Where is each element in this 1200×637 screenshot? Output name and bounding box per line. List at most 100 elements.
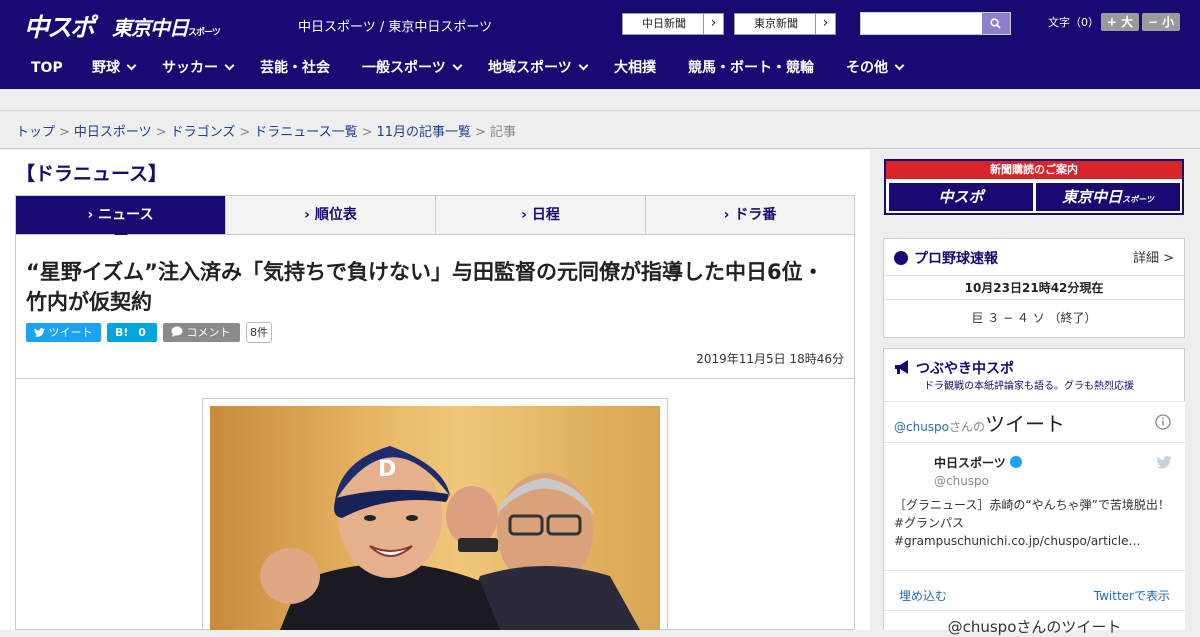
nav-item-top[interactable]: TOP (31, 48, 63, 89)
game-score[interactable]: 巨 ３ − ４ ソ （終了） (884, 309, 1184, 326)
search-button[interactable] (982, 13, 1010, 34)
section-title: 【ドラニュース】 (16, 163, 168, 185)
site-title[interactable]: 中日スポーツ / 東京中日スポーツ (298, 16, 492, 35)
nav-item-label: 競馬・ボート・競輪 (688, 60, 814, 76)
breadcrumb-separator: > (361, 125, 373, 140)
nav-item-label: サッカー (162, 60, 218, 76)
chunichi-shimbun-label: 中日新聞 (642, 17, 686, 30)
chevron-down-icon (452, 60, 463, 71)
nav-item-label: 大相撲 (614, 60, 656, 76)
tab-news[interactable]: › ニュース (16, 196, 226, 241)
tweet-author-handle[interactable]: @chuspo (934, 474, 989, 488)
subscribe-chuspo-button[interactable]: 中スポ (889, 183, 1033, 211)
font-smaller-button[interactable]: − 小 (1142, 13, 1180, 31)
photo-illustration: D (260, 446, 640, 630)
breadcrumb-separator: > (475, 125, 486, 140)
tokyo-chunichi-logo[interactable]: 東京中日スポーツ (112, 12, 221, 41)
nav-item-baseball[interactable]: 野球 (92, 48, 137, 89)
ad-stripe (0, 89, 1200, 111)
nav-item-sumo[interactable]: 大相撲 (614, 48, 656, 89)
megaphone-icon (895, 360, 908, 374)
nav-item-racing[interactable]: 競馬・ボート・競輪 (688, 48, 814, 89)
subscribe-tokyo-chunichi-button[interactable]: 東京中日スポーツ (1036, 183, 1180, 211)
section-tabs: › ニュース › 順位表 › 日程 › ドラ番 (15, 195, 855, 241)
subscribe-tokyo-chunichi-label: 東京中日 (1062, 188, 1123, 206)
pro-baseball-detail-link[interactable]: 詳細 > (1133, 247, 1174, 266)
breadcrumb-link[interactable]: ドラニュース一覧 (254, 125, 357, 140)
breadcrumb-separator: > (155, 125, 167, 140)
breadcrumb-current: 記事 (489, 125, 516, 140)
article-photo[interactable]: D (210, 406, 660, 630)
chevron-right-icon: › (703, 14, 723, 34)
search-box (860, 12, 1011, 35)
tweet-author-name: 中日スポーツ (934, 456, 1006, 470)
nav-item-other[interactable]: その他 (846, 48, 905, 89)
search-input[interactable] (861, 13, 982, 34)
pro-baseball-title-wrap: プロ野球速報 (894, 248, 998, 268)
nav-item-general-sports[interactable]: 一般スポーツ (362, 48, 463, 89)
tweet-text[interactable]: ［グラニュース］赤崎の“やんちゃ弾”で苦境脱出！#グランパス #grampusc… (894, 496, 1176, 550)
breadcrumb-link[interactable]: 中日スポーツ (74, 125, 152, 140)
font-size-label: 文字（0） (1048, 16, 1099, 29)
pro-baseball-title: プロ野球速報 (914, 251, 998, 267)
hatena-bookmark-button[interactable]: B! 0 (107, 323, 157, 342)
chunichi-shimbun-link[interactable]: 中日新聞 › (622, 13, 724, 35)
svg-text:D: D (378, 457, 396, 482)
nav-item-local-sports[interactable]: 地域スポーツ (488, 48, 589, 89)
breadcrumb-link[interactable]: ドラゴンズ (171, 125, 236, 140)
subscribe-tokyo-chunichi-sub: スポーツ (1122, 195, 1154, 204)
info-icon[interactable] (1155, 414, 1171, 430)
tab-schedule[interactable]: › 日程 (436, 196, 646, 234)
tokyo-shimbun-label: 東京新聞 (754, 17, 798, 30)
divider (884, 442, 1185, 443)
search-icon (990, 18, 1001, 29)
tsubuyaki-subtitle: ドラ観戦の本紙評論家も語る。グラも熱烈応援 (924, 381, 1134, 392)
tweet-button[interactable]: ツイート (26, 323, 101, 342)
tab-dora-ban[interactable]: › ドラ番 (646, 196, 854, 234)
breadcrumb-link[interactable]: 11月の記事一覧 (377, 125, 472, 140)
subscription-banner[interactable]: 新聞購読のご案内 中スポ 東京中日スポーツ (884, 159, 1184, 215)
nav-item-label: その他 (846, 60, 888, 76)
pro-baseball-panel: プロ野球速報 詳細 > 10月23日21時42分現在 巨 ３ − ４ ソ （終了… (883, 238, 1185, 338)
tsubuyaki-title-wrap: つぶやき中スポ (894, 358, 1014, 378)
twitter-timeline: @chuspoさんのツイート 中日スポーツ @chuspo ［グラニュース］赤崎… (884, 401, 1185, 636)
timeline-header: @chuspoさんのツイート (894, 408, 1065, 437)
nav-item-label: 野球 (92, 60, 120, 76)
hatena-count: 0 (138, 326, 146, 339)
chuspo-logo[interactable]: 中スポ (24, 8, 95, 44)
breadcrumb-link[interactable]: トップ (16, 125, 55, 140)
timeline-title: ツイート (985, 412, 1066, 436)
comment-button[interactable]: コメント (163, 323, 240, 342)
divider (884, 299, 1184, 300)
tweet-author[interactable]: 中日スポーツ (934, 454, 1022, 471)
main-nav: TOP 野球 サッカー 芸能・社会 一般スポーツ 地域スポーツ 大相撲 競馬・ボ… (0, 48, 1200, 89)
speech-bubble-icon (171, 326, 183, 337)
baseball-icon (894, 251, 908, 265)
article-date: 2019年11月5日 18時46分 (696, 352, 844, 366)
nav-item-entertainment[interactable]: 芸能・社会 (260, 48, 330, 89)
breadcrumb-separator: > (239, 125, 251, 140)
tsubuyaki-title: つぶやき中スポ (916, 361, 1014, 377)
timeline-footer[interactable]: @chuspoさんのツイート (884, 616, 1185, 637)
nav-item-soccer[interactable]: サッカー (162, 48, 235, 89)
tab-standings[interactable]: › 順位表 (226, 196, 436, 234)
font-larger-button[interactable]: + 大 (1101, 13, 1139, 31)
chevron-right-icon: › (815, 14, 835, 34)
nav-item-label: TOP (31, 60, 63, 76)
nav-item-label: 一般スポーツ (362, 60, 446, 76)
tokyo-shimbun-link[interactable]: 東京新聞 › (734, 13, 836, 35)
divider (884, 275, 1184, 276)
verified-badge-icon (1009, 456, 1022, 468)
nav-item-label: 芸能・社会 (260, 60, 330, 76)
chevron-down-icon (578, 60, 589, 71)
top-header-bar: 中スポ 東京中日スポーツ 中日スポーツ / 東京中日スポーツ 中日新聞 › 東京… (0, 0, 1200, 48)
embed-link[interactable]: 埋め込む (899, 587, 947, 604)
chevron-down-icon (894, 60, 905, 71)
timeline-handle-suffix: さんの (949, 420, 986, 434)
view-on-twitter-link[interactable]: Twitterで表示 (1094, 587, 1170, 604)
pro-baseball-timestamp: 10月23日21時42分現在 (964, 281, 1104, 295)
twitter-bird-icon[interactable] (1156, 456, 1172, 469)
chevron-down-icon (126, 60, 137, 71)
timeline-handle[interactable]: @chuspo (894, 420, 949, 434)
article-headline: “星野イズム”注入済み「気持ちで負けない」与田監督の元同僚が指導した中日6位・竹… (26, 260, 824, 314)
